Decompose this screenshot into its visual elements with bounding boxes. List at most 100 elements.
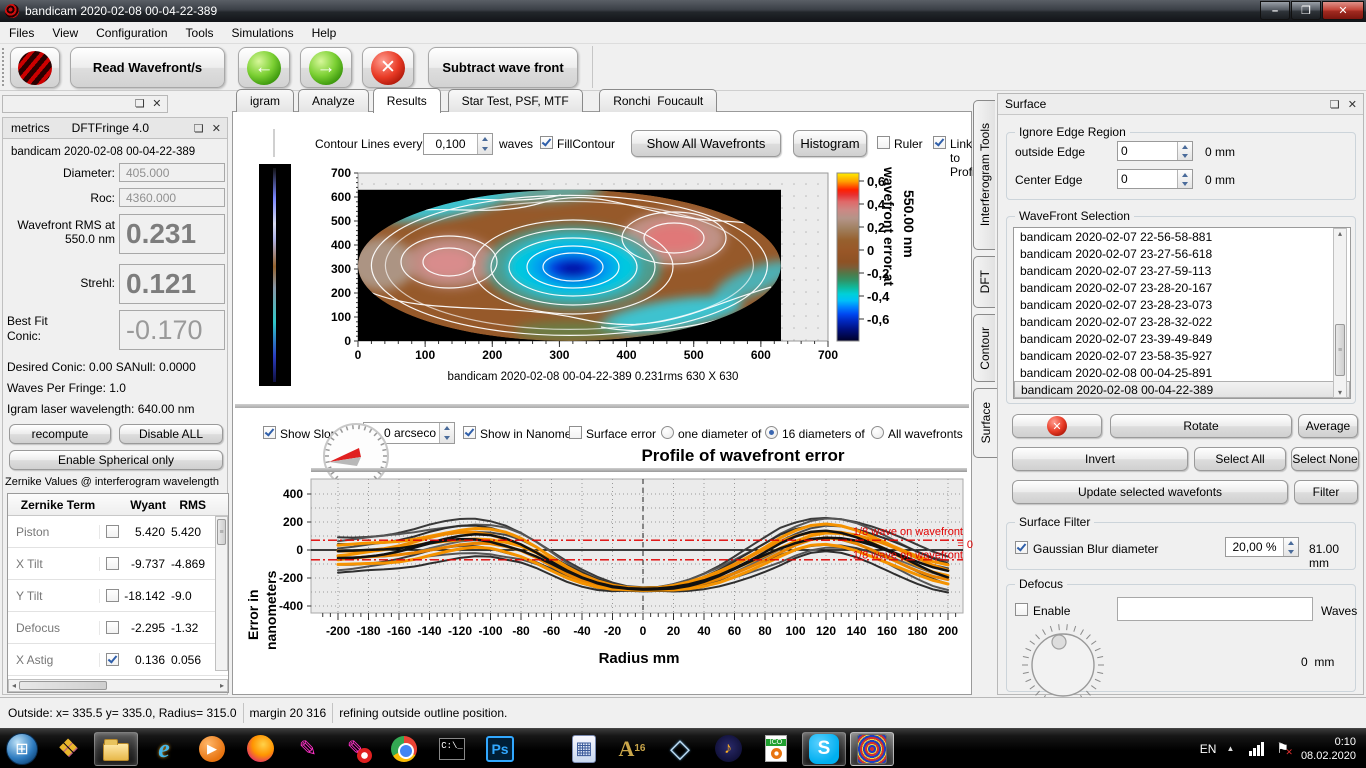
invert-button[interactable]: Invert (1012, 447, 1188, 471)
tab-star-test-psf-mtf[interactable]: Star Test, PSF, MTF (448, 89, 583, 112)
side-tab-contour[interactable]: Contour (973, 314, 995, 382)
network-icon[interactable] (1249, 742, 1265, 756)
diameter-field[interactable]: 405.000 (119, 163, 225, 182)
wavefront-list-item[interactable]: bandicam 2020-02-07 23-28-23-073 (1014, 296, 1350, 313)
metrics-close-icon[interactable]: ✕ (212, 122, 221, 135)
tab-igram[interactable]: igram (236, 89, 294, 112)
menu-view[interactable]: View (43, 24, 87, 42)
pen-tool-icon[interactable]: ✎ (286, 732, 330, 766)
link-to-profile-checkbox[interactable] (933, 136, 946, 149)
internet-explorer-icon[interactable]: e (142, 732, 186, 766)
restore-button[interactable]: ❐ (1291, 1, 1321, 20)
surface-float-icon[interactable]: ❏ (1330, 98, 1340, 111)
center-edge-spinner[interactable]: 0 (1117, 169, 1193, 189)
select-all-button[interactable]: Select All (1194, 447, 1286, 471)
zernike-enable-checkbox[interactable] (106, 557, 119, 570)
close-button[interactable]: ✕ (1322, 1, 1364, 20)
wavefront-list-item[interactable]: bandicam 2020-02-07 23-28-32-022 (1014, 313, 1350, 330)
wavefront-list-item[interactable]: bandicam 2020-02-07 23-28-20-167 (1014, 279, 1350, 296)
side-tab-dft[interactable]: DFT (973, 256, 995, 308)
tab-analyze[interactable]: Analyze (298, 89, 369, 112)
filter-button[interactable]: Filter (1294, 480, 1358, 504)
wavefront-list-item[interactable]: bandicam 2020-02-07 23-27-59-113 (1014, 262, 1350, 279)
toolbar-drag-handle[interactable] (2, 48, 5, 86)
pen-clock-icon[interactable]: ✎ (334, 732, 378, 766)
metrics-float-icon[interactable]: ❏ (194, 122, 204, 135)
wavefront-list-scrollbar[interactable]: ▴ ≡ ▾ (1333, 228, 1347, 398)
wavefront-list-item[interactable]: bandicam 2020-02-08 00-04-22-389 (1014, 381, 1350, 398)
subtract-wavefront-button[interactable]: Subtract wave front (428, 47, 578, 88)
ico-file-icon[interactable]: ICO (754, 732, 798, 766)
roc-field[interactable]: 4360.000 (119, 188, 225, 207)
wavefront-side-thumbnail[interactable] (259, 164, 291, 386)
skype-icon[interactable]: S (802, 732, 846, 766)
wavefront-list-item[interactable]: bandicam 2020-02-08 00-04-25-891 (1014, 364, 1350, 381)
zernike-vscrollbar[interactable]: ≡ (215, 516, 228, 671)
defocus-waves-field[interactable] (1117, 597, 1313, 621)
ruler-checkbox[interactable] (877, 136, 890, 149)
delete-selected-button[interactable]: ✕ (1012, 414, 1102, 438)
media-player-icon[interactable]: ▶ (190, 732, 234, 766)
gaussian-blur-checkbox[interactable] (1015, 541, 1028, 554)
wavefront-list-item[interactable]: bandicam 2020-02-07 23-39-49-849 (1014, 330, 1350, 347)
language-indicator[interactable]: EN (1200, 742, 1217, 756)
rotate-button[interactable]: Rotate (1110, 414, 1292, 438)
outside-edge-spinner[interactable]: 0 (1117, 141, 1193, 161)
select-none-button[interactable]: Select None (1291, 447, 1359, 471)
back-button[interactable]: ← (238, 47, 290, 88)
delete-wavefront-button[interactable]: ✕ (362, 47, 414, 88)
wavefront-list-item[interactable]: bandicam 2020-02-07 22-56-58-881 (1014, 228, 1350, 245)
taskbar-clock[interactable]: 0:1008.02.2020 (1301, 735, 1356, 763)
zernike-enable-checkbox[interactable] (106, 621, 119, 634)
show-slope-checkbox[interactable] (263, 426, 276, 439)
surface-error-checkbox[interactable] (569, 426, 582, 439)
all-wavefronts-radio[interactable] (871, 426, 884, 439)
fillcontour-checkbox[interactable] (540, 136, 553, 149)
menu-simulations[interactable]: Simulations (223, 24, 303, 42)
show-hidden-icons[interactable]: ▲ (1226, 744, 1234, 753)
zernike-enable-checkbox[interactable] (106, 589, 119, 602)
show-all-wavefronts-button[interactable]: Show All Wavefronts (631, 130, 781, 157)
menu-files[interactable]: Files (0, 24, 43, 42)
dftfringe-taskbar-icon[interactable] (850, 732, 894, 766)
tab-results[interactable]: Results (373, 88, 441, 113)
dock-float-icon[interactable]: ❏ (135, 98, 145, 110)
sixteen-diameters-radio[interactable] (765, 426, 778, 439)
windows-explorer-icon[interactable] (94, 732, 138, 766)
zernike-enable-checkbox[interactable] (106, 525, 119, 538)
menu-help[interactable]: Help (303, 24, 346, 42)
forward-button[interactable]: → (300, 47, 352, 88)
wavefront-list-item[interactable]: bandicam 2020-02-07 23-58-35-927 (1014, 347, 1350, 364)
calculator-icon[interactable]: ▦ (562, 732, 606, 766)
3d-cube-icon[interactable]: ◇ (658, 732, 702, 766)
audacity-icon[interactable]: ♪ (706, 732, 750, 766)
show-in-nanometers-checkbox[interactable] (463, 426, 476, 439)
section-divider[interactable] (235, 404, 969, 408)
zernike-hscrollbar[interactable]: ◂ ▸ (8, 679, 228, 692)
tab-ronchi-foucault[interactable]: Ronchi Foucault (599, 89, 717, 112)
average-button[interactable]: Average (1298, 414, 1358, 438)
side-tab-interferogram-tools[interactable]: Interferogram Tools (973, 100, 995, 250)
menu-configuration[interactable]: Configuration (87, 24, 176, 42)
chrome-icon[interactable] (382, 732, 426, 766)
font-a16-icon[interactable]: A16 (610, 732, 654, 766)
histogram-button[interactable]: Histogram (793, 130, 867, 157)
recompute-button[interactable]: recompute (9, 424, 111, 444)
firefox-icon[interactable] (238, 732, 282, 766)
side-tab-surface[interactable]: Surface (973, 388, 997, 458)
photoshop-icon[interactable]: Ps (478, 732, 522, 766)
color-diamond-app-icon[interactable]: ❖ (46, 732, 90, 766)
zernike-enable-checkbox[interactable] (106, 653, 119, 666)
wavefront-list-item[interactable]: bandicam 2020-02-07 23-27-56-618 (1014, 245, 1350, 262)
igram-tool-button[interactable] (10, 47, 60, 88)
disable-all-button[interactable]: Disable ALL (119, 424, 223, 444)
start-button[interactable]: ⊞ (2, 732, 42, 766)
enable-spherical-button[interactable]: Enable Spherical only (9, 450, 223, 470)
update-selected-button[interactable]: Update selected wavefonts (1012, 480, 1288, 504)
dock-close-icon[interactable]: ✕ (152, 98, 161, 110)
minimize-button[interactable]: – (1260, 1, 1290, 20)
contour-interval-spinner[interactable]: 0,100 (423, 133, 493, 155)
action-center-flag-icon[interactable]: ⚑✕ (1276, 740, 1289, 757)
one-diameter-radio[interactable] (661, 426, 674, 439)
command-prompt-icon[interactable]: C:\_ (430, 732, 474, 766)
